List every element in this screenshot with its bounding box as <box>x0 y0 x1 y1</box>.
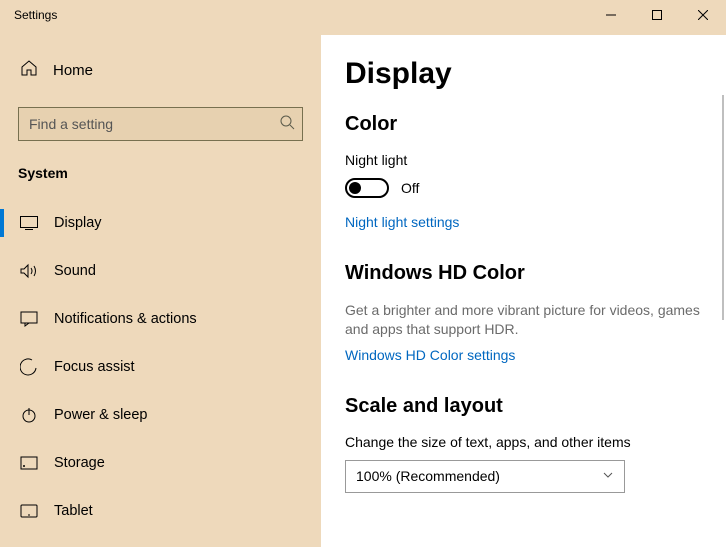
storage-icon <box>20 456 38 470</box>
section-color-heading: Color <box>345 113 726 136</box>
sidebar-item-label: Display <box>54 215 102 231</box>
main-content: Display Color Night light Off Night ligh… <box>321 35 726 547</box>
sidebar-item-label: Sound <box>54 263 96 279</box>
chevron-down-icon <box>602 468 614 484</box>
night-light-toggle[interactable] <box>345 178 389 198</box>
sidebar-item-label: Focus assist <box>54 359 135 375</box>
sidebar: Home System Display <box>0 35 321 547</box>
scale-label: Change the size of text, apps, and other… <box>345 434 726 450</box>
sidebar-item-notifications[interactable]: Notifications & actions <box>0 295 321 343</box>
minimize-button[interactable] <box>588 0 634 30</box>
sidebar-item-storage[interactable]: Storage <box>0 439 321 487</box>
scale-selected-value: 100% (Recommended) <box>356 468 500 484</box>
sidebar-item-sound[interactable]: Sound <box>0 247 321 295</box>
hdcolor-description: Get a brighter and more vibrant picture … <box>345 301 705 339</box>
home-icon <box>20 59 38 82</box>
window-title: Settings <box>0 0 588 22</box>
focus-assist-icon <box>20 358 38 376</box>
close-button[interactable] <box>680 0 726 30</box>
sidebar-item-label: Tablet <box>54 503 93 519</box>
power-icon <box>20 407 38 423</box>
search-input[interactable] <box>18 107 303 141</box>
section-scale-heading: Scale and layout <box>345 395 726 418</box>
search-icon <box>279 114 295 135</box>
night-light-toggle-row: Off <box>345 178 726 198</box>
hdcolor-settings-link[interactable]: Windows HD Color settings <box>345 347 726 363</box>
night-light-label: Night light <box>345 152 726 168</box>
toggle-knob <box>349 182 361 194</box>
maximize-icon <box>652 10 662 20</box>
titlebar: Settings <box>0 0 726 35</box>
sidebar-item-focus-assist[interactable]: Focus assist <box>0 343 321 391</box>
night-light-settings-link[interactable]: Night light settings <box>345 214 726 230</box>
scrollbar[interactable] <box>722 95 724 320</box>
sidebar-item-label: Storage <box>54 455 105 471</box>
sidebar-item-display[interactable]: Display <box>0 199 321 247</box>
search-field-wrap <box>18 107 303 141</box>
sidebar-item-power-sleep[interactable]: Power & sleep <box>0 391 321 439</box>
home-nav[interactable]: Home <box>0 49 321 92</box>
display-icon <box>20 216 38 230</box>
section-hdcolor-heading: Windows HD Color <box>345 262 726 285</box>
sidebar-nav-list: Display Sound Notifications & actions <box>0 199 321 535</box>
sidebar-item-label: Power & sleep <box>54 407 148 423</box>
home-label: Home <box>53 62 93 79</box>
maximize-button[interactable] <box>634 0 680 30</box>
tablet-icon <box>20 504 38 518</box>
minimize-icon <box>606 10 616 20</box>
notifications-icon <box>20 311 38 327</box>
sound-icon <box>20 263 38 279</box>
close-icon <box>698 10 708 20</box>
sidebar-section-title: System <box>0 159 321 199</box>
scale-select[interactable]: 100% (Recommended) <box>345 460 625 493</box>
night-light-state: Off <box>401 180 419 196</box>
page-title: Display <box>345 57 726 91</box>
sidebar-item-tablet[interactable]: Tablet <box>0 487 321 535</box>
sidebar-item-label: Notifications & actions <box>54 311 197 327</box>
